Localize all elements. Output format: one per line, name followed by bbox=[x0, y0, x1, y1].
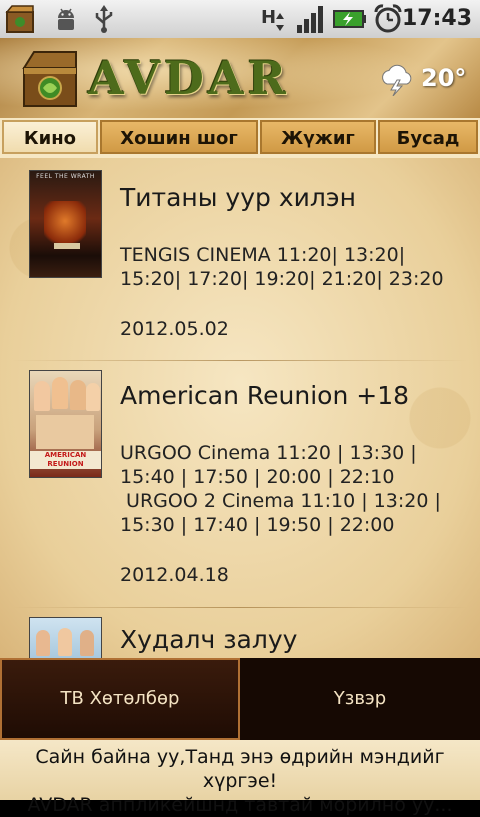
clock-time: 17:43 bbox=[401, 6, 472, 31]
tab-kino[interactable]: Кино bbox=[2, 120, 98, 154]
signal-bars-icon bbox=[297, 6, 323, 33]
category-tabs: Кино Хошин шог Жүжиг Бусад bbox=[0, 118, 480, 158]
tv-schedule-button[interactable]: ТВ Хөтөлбөр bbox=[0, 658, 240, 740]
hspa-signal-icon: H bbox=[261, 7, 284, 31]
movie-poster: FEEL THE WRATH bbox=[29, 170, 102, 278]
movie-schedule: URGOO Cinema 11:20 | 13:30 | 15:40 | 17:… bbox=[120, 442, 441, 536]
storm-cloud-icon[interactable] bbox=[378, 60, 416, 96]
movie-title: Худалч залуу bbox=[120, 625, 298, 654]
list-item[interactable]: FEEL THE WRATH Титаны уур хилэн TENGIS C… bbox=[0, 158, 480, 361]
usb-icon bbox=[95, 5, 113, 33]
movie-schedule: TENGIS CINEMA 11:20| 13:20| 15:20| 17:20… bbox=[120, 244, 444, 290]
android-debug-icon bbox=[58, 8, 74, 30]
alarm-clock-icon bbox=[374, 4, 402, 33]
movie-poster: AMERICAN REUNION bbox=[29, 370, 102, 478]
svg-text:H: H bbox=[261, 7, 276, 28]
tab-other[interactable]: Бусад bbox=[378, 120, 478, 154]
tab-comedy[interactable]: Хошин шог bbox=[100, 120, 258, 154]
tab-drama[interactable]: Жүжиг bbox=[260, 120, 376, 154]
list-item[interactable]: Худалч залуу bbox=[0, 608, 480, 658]
movie-date: 2012.04.18 bbox=[120, 564, 229, 586]
poster-caption: AMERICAN REUNION bbox=[30, 451, 101, 469]
movie-title: Титаны уур хилэн bbox=[120, 183, 356, 212]
poster-caption: FEEL THE WRATH bbox=[36, 173, 95, 180]
battery-charging-icon bbox=[333, 10, 366, 28]
app-header: AVDAR 20° bbox=[0, 38, 480, 118]
movie-title: American Reunion +18 bbox=[120, 381, 410, 410]
list-item[interactable]: AMERICAN REUNION American Reunion +18 UR… bbox=[0, 361, 480, 608]
movie-date: 2012.05.02 bbox=[120, 318, 229, 340]
ticker-line-1: Сайн байна уу,Танд энэ өдрийн мэндийг хү… bbox=[35, 746, 445, 792]
movie-list[interactable]: FEEL THE WRATH Титаны уур хилэн TENGIS C… bbox=[0, 158, 480, 658]
welcome-ticker: Сайн байна уу,Танд энэ өдрийн мэндийг хү… bbox=[0, 740, 480, 816]
status-bar: H 17:43 bbox=[0, 0, 480, 39]
treasure-chest-icon bbox=[22, 51, 77, 107]
app-logo-text: AVDAR bbox=[88, 51, 290, 105]
weather-temperature[interactable]: 20° bbox=[421, 60, 466, 96]
app-box-icon bbox=[5, 5, 34, 33]
exchange-button[interactable]: Үзвэр bbox=[240, 658, 480, 740]
ticker-line-2: AVDAR аппликейшнд тавтай морилно уу... bbox=[27, 794, 453, 816]
movie-poster bbox=[29, 617, 102, 658]
